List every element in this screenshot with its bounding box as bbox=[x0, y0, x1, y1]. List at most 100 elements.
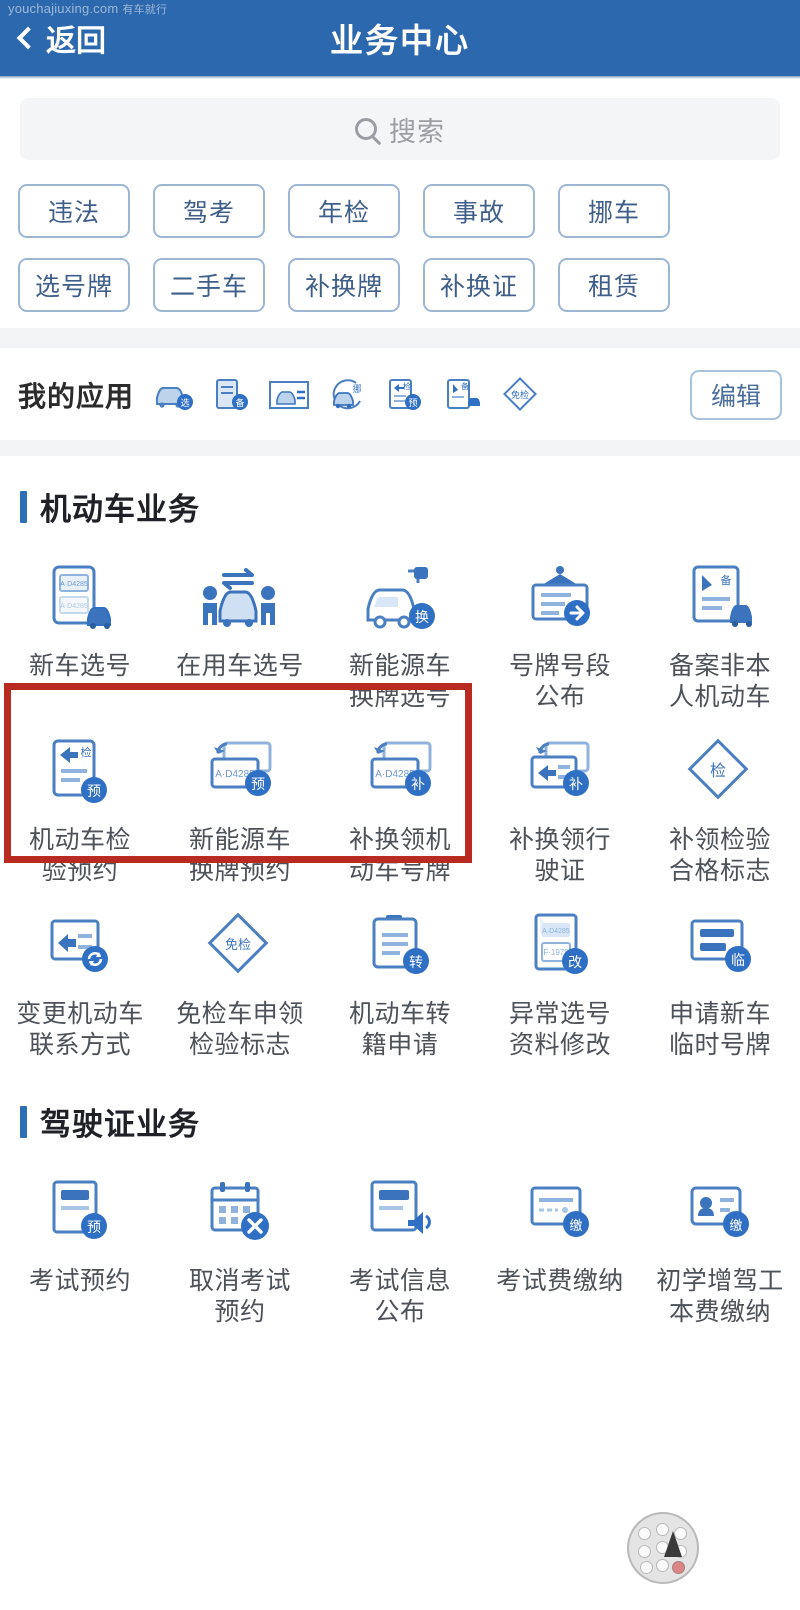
grid-item-license-fee-payment[interactable]: 缴 初学增驾工 本费缴纳 bbox=[640, 1164, 800, 1338]
grid-item-label: 补领检验 合格标志 bbox=[668, 826, 771, 885]
grid-item-label: 备案非本 人机动车 bbox=[668, 652, 771, 711]
new-energy-plate-change-icon: 换 bbox=[354, 561, 446, 639]
chip-jiakao[interactable]: 驾考 bbox=[153, 184, 265, 238]
chip-zulin[interactable]: 租赁 bbox=[558, 258, 670, 312]
exempt-inspection-icon[interactable]: 免检 bbox=[498, 375, 544, 415]
back-button[interactable]: 返回 bbox=[16, 16, 106, 60]
grid-item-replace-driving-license[interactable]: 补 补换领行 驶证 bbox=[480, 723, 640, 897]
watermark-cn: 有车就行 bbox=[122, 4, 168, 16]
section-title-vehicle: 机动车业务 bbox=[40, 492, 200, 527]
record-nonlocal-vehicle-icon[interactable]: 备 bbox=[440, 375, 486, 415]
search-placeholder: 搜索 bbox=[389, 116, 445, 147]
svg-text:转: 转 bbox=[409, 954, 423, 970]
grid-item-vehicle-inspection-appointment[interactable]: 检 预 机动车检 验预约 bbox=[0, 723, 160, 897]
svg-text:A·D4285: A·D4285 bbox=[60, 581, 88, 588]
license-service-grid: 预 考试预约 取消考试 预约 考试信息 公布 缴 考试费缴纳 缴 初学增驾工 本… bbox=[0, 1164, 800, 1338]
grid-item-in-use-car-plate-select[interactable]: 在用车选号 bbox=[160, 549, 320, 723]
chip-shigu[interactable]: 事故 bbox=[423, 184, 535, 238]
my-apps-row: 我的应用 选 备 挪 检 预 备 免检 编辑 bbox=[0, 348, 800, 440]
grid-item-replace-inspection-mark[interactable]: 检 补领检验 合格标志 bbox=[640, 723, 800, 897]
page-title: 业务中心 bbox=[330, 22, 470, 59]
svg-text:免检: 免检 bbox=[511, 389, 529, 400]
cancel-exam-appointment-icon bbox=[198, 1176, 282, 1254]
in-use-car-plate-select-icon bbox=[194, 561, 286, 639]
exam-fee-payment-icon: 缴 bbox=[518, 1176, 602, 1254]
chip-buhuanpai[interactable]: 补换牌 bbox=[288, 258, 400, 312]
svg-text:备: 备 bbox=[461, 381, 469, 391]
grid-item-label: 取消考试 预约 bbox=[188, 1267, 291, 1326]
section-accent-bar bbox=[20, 490, 27, 523]
exempt-inspection-mark-icon: 免检 bbox=[200, 909, 280, 987]
grid-item-label: 免检车申领 检验标志 bbox=[176, 1000, 304, 1059]
new-energy-plate-appointment-icon: A·D4285 预 bbox=[196, 735, 284, 813]
grid-item-new-energy-plate-appointment[interactable]: A·D4285 预 新能源车 换牌预约 bbox=[160, 723, 320, 897]
svg-text:检: 检 bbox=[81, 745, 92, 759]
back-button-label: 返回 bbox=[46, 25, 106, 58]
svg-text:A·D4285: A·D4285 bbox=[60, 603, 88, 610]
edit-my-apps-button[interactable]: 编辑 bbox=[690, 370, 782, 420]
chevron-left-icon bbox=[16, 26, 40, 50]
plate-photo-icon[interactable] bbox=[266, 375, 312, 415]
svg-text:换: 换 bbox=[415, 609, 429, 625]
grid-item-new-energy-plate-change[interactable]: 换 新能源车 换牌选号 bbox=[320, 549, 480, 723]
grid-item-replace-vehicle-plate[interactable]: A·D4285 补 补换领机 动车号牌 bbox=[320, 723, 480, 897]
grid-item-exam-info-announce[interactable]: 考试信息 公布 bbox=[320, 1164, 480, 1338]
inspection-appointment-icon[interactable]: 检 预 bbox=[382, 375, 428, 415]
svg-text:预: 预 bbox=[409, 398, 418, 408]
svg-text:预: 预 bbox=[251, 776, 265, 792]
grid-item-label: 异常选号 资料修改 bbox=[508, 1000, 611, 1059]
grid-item-new-car-plate-select[interactable]: A·D4285 A·D4285 新车选号 bbox=[0, 549, 160, 723]
grid-item-label: 补换领行 驶证 bbox=[508, 826, 611, 885]
grid-item-cancel-exam-appointment[interactable]: 取消考试 预约 bbox=[160, 1164, 320, 1338]
vehicle-service-grid: A·D4285 A·D4285 新车选号 在用车选号 换 新能源车 换牌选号 号… bbox=[0, 549, 800, 1071]
grid-item-label: 机动车检 验预约 bbox=[28, 826, 131, 885]
grid-item-plate-range-announce[interactable]: 号牌号段 公布 bbox=[480, 549, 640, 723]
grid-item-label: 考试费缴纳 bbox=[496, 1267, 624, 1295]
grid-item-label: 新能源车 换牌选号 bbox=[348, 652, 451, 711]
grid-item-label: 考试预约 bbox=[28, 1267, 131, 1295]
move-car-icon[interactable]: 挪 bbox=[324, 375, 370, 415]
vehicle-transfer-icon: 转 bbox=[360, 909, 440, 987]
grid-item-exam-appointment[interactable]: 预 考试预约 bbox=[0, 1164, 160, 1338]
grid-item-label: 在用车选号 bbox=[176, 652, 304, 680]
grid-item-change-contact-info[interactable]: 变更机动车 联系方式 bbox=[0, 897, 160, 1071]
grid-item-exam-fee-payment[interactable]: 缴 考试费缴纳 bbox=[480, 1164, 640, 1338]
grid-item-label: 新能源车 换牌预约 bbox=[188, 826, 291, 885]
chip-buhuanzheng[interactable]: 补换证 bbox=[423, 258, 535, 312]
exam-appointment-icon: 预 bbox=[40, 1176, 120, 1254]
floating-assistive-touch[interactable] bbox=[627, 1512, 699, 1584]
chip-weifa[interactable]: 违法 bbox=[18, 184, 130, 238]
grid-item-record-nonlocal-vehicle[interactable]: 备 备案非本 人机动车 bbox=[640, 549, 800, 723]
chip-nuoche[interactable]: 挪车 bbox=[558, 184, 670, 238]
grid-item-label: 新车选号 bbox=[28, 652, 131, 680]
grid-item-label: 号牌号段 公布 bbox=[508, 652, 611, 711]
document-record-icon[interactable]: 备 bbox=[208, 375, 254, 415]
cursor-icon bbox=[664, 1531, 682, 1557]
svg-text:检: 检 bbox=[403, 381, 411, 391]
search-icon bbox=[355, 118, 377, 140]
grid-item-exempt-inspection-mark[interactable]: 免检 免检车申领 检验标志 bbox=[160, 897, 320, 1071]
grid-item-vehicle-transfer[interactable]: 转 机动车转 籍申请 bbox=[320, 897, 480, 1071]
section-divider-2 bbox=[0, 440, 800, 456]
new-car-plate-select-icon: A·D4285 A·D4285 bbox=[40, 561, 120, 639]
car-plate-select-icon[interactable]: 选 bbox=[150, 375, 196, 415]
svg-text:免检: 免检 bbox=[225, 937, 251, 952]
business-center-screen: youchajiuxing.com 有车就行 返回 业务中心 搜索 违法 驾考 年… bbox=[0, 0, 800, 1610]
license-fee-payment-icon: 缴 bbox=[678, 1176, 762, 1254]
section-header-vehicle: 机动车业务 bbox=[0, 456, 800, 549]
grid-item-temporary-plate-apply[interactable]: 临 申请新车 临时号牌 bbox=[640, 897, 800, 1071]
quick-filter-chips: 违法 驾考 年检 事故 挪车 选号牌 二手车 补换牌 补换证 租赁 bbox=[0, 178, 800, 328]
chip-ershouche[interactable]: 二手车 bbox=[153, 258, 265, 312]
chip-nianjian[interactable]: 年检 bbox=[288, 184, 400, 238]
chip-xuanhaopai[interactable]: 选号牌 bbox=[18, 258, 130, 312]
grid-item-label: 初学增驾工 本费缴纳 bbox=[656, 1267, 784, 1326]
svg-text:缴: 缴 bbox=[569, 1218, 582, 1233]
grid-item-label: 申请新车 临时号牌 bbox=[668, 1000, 771, 1059]
abnormal-plate-data-edit-icon: A·D4285 F·1979 改 bbox=[520, 909, 600, 987]
grid-item-abnormal-plate-data-edit[interactable]: A·D4285 F·1979 改 异常选号 资料修改 bbox=[480, 897, 640, 1071]
section-header-license: 驾驶证业务 bbox=[0, 1071, 800, 1164]
svg-text:检: 检 bbox=[710, 762, 726, 780]
site-watermark: youchajiuxing.com 有车就行 bbox=[8, 1, 167, 17]
search-input[interactable]: 搜索 bbox=[20, 98, 780, 160]
change-contact-info-icon bbox=[38, 909, 122, 987]
